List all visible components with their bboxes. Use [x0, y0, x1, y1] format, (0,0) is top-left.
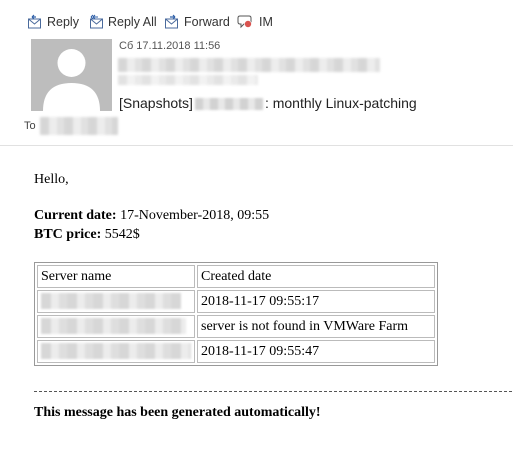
forward-icon [165, 14, 178, 29]
btc-price-line: BTC price: 5542$ [34, 227, 140, 243]
created-date-cell: server is not found in VMWare Farm [197, 315, 435, 338]
server-name-cell [37, 340, 195, 363]
header-separator [0, 145, 513, 146]
subject-prefix: [Snapshots] [119, 95, 193, 111]
created-date-cell: 2018-11-17 09:55:17 [197, 290, 435, 313]
subject-redacted [194, 98, 263, 111]
current-date-line: Current date: 17-November-2018, 09:55 [34, 208, 269, 224]
current-date-label: Current date: [34, 208, 117, 223]
sender-redacted [118, 58, 380, 72]
server-name-cell [37, 315, 195, 338]
server-name-cell [37, 290, 195, 313]
message-toolbar: Reply Reply All Forward IM [0, 0, 513, 40]
server-name-redacted [41, 343, 191, 360]
person-silhouette-icon [43, 49, 100, 111]
subject-suffix: : monthly Linux-patching [264, 95, 417, 111]
forward-label: Forward [184, 15, 230, 29]
table-row: 2018-11-17 09:55:47 [37, 340, 435, 363]
server-name-redacted [41, 318, 186, 335]
column-header-created-date: Created date [197, 265, 435, 288]
footer-divider [34, 391, 512, 392]
to-label: To [24, 120, 36, 132]
column-header-server-name: Server name [37, 265, 195, 288]
servers-table: Server name Created date 2018-11-17 09:5… [34, 262, 438, 366]
im-label: IM [259, 15, 273, 29]
recipient-redacted[interactable] [40, 117, 118, 135]
table-row: 2018-11-17 09:55:17 [37, 290, 435, 313]
reply-label: Reply [47, 15, 79, 29]
chat-bubble-icon [237, 15, 252, 29]
sender-address-redacted [118, 75, 258, 85]
created-date-cell: 2018-11-17 09:55:47 [197, 340, 435, 363]
table-header-row: Server name Created date [37, 265, 435, 288]
server-name-redacted [41, 293, 181, 310]
btc-price-label: BTC price: [34, 227, 102, 242]
table-row: server is not found in VMWare Farm [37, 315, 435, 338]
message-subject: [Snapshots] : monthly Linux-patching [119, 95, 417, 111]
current-date-value: 17-November-2018, 09:55 [116, 208, 270, 223]
message-date: Сб 17.11.2018 11:56 [119, 40, 221, 52]
reply-icon [28, 14, 41, 29]
forward-button[interactable]: Forward [164, 12, 230, 32]
auto-generated-notice: This message has been generated automati… [34, 405, 321, 420]
im-button[interactable]: IM [237, 12, 273, 32]
reply-all-label: Reply All [108, 15, 157, 29]
greeting: Hello, [34, 172, 69, 187]
reply-button[interactable]: Reply [27, 12, 79, 32]
sender-avatar [31, 39, 112, 111]
reply-all-button[interactable]: Reply All [88, 12, 157, 32]
reply-all-icon [90, 14, 103, 29]
btc-price-value: 5542$ [101, 227, 140, 242]
